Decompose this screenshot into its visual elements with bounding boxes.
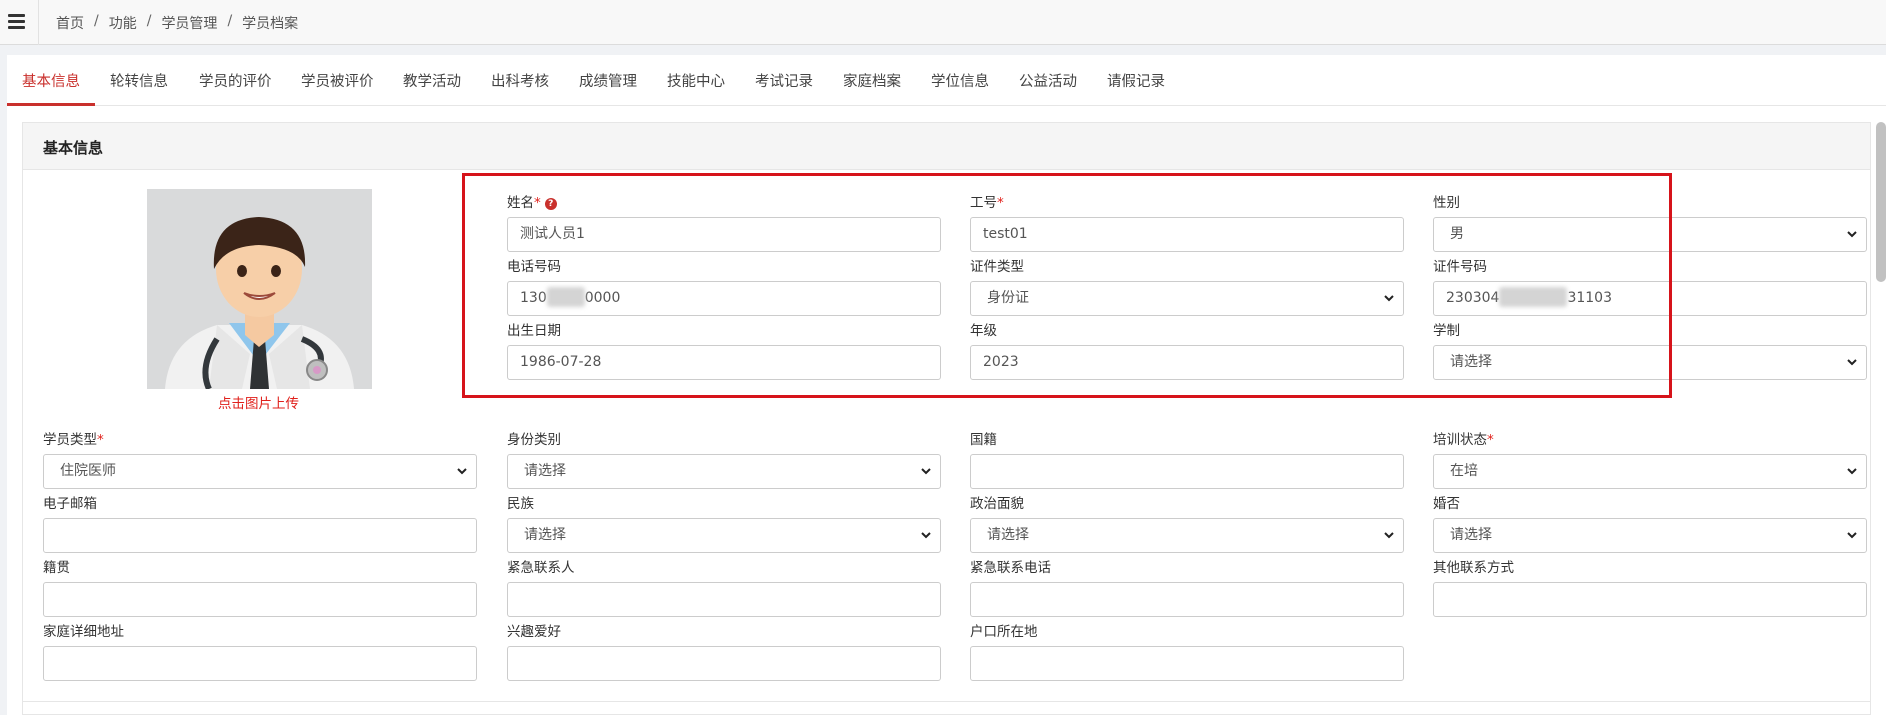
tab-student-evaluated[interactable]: 学员被评价 [301,70,374,91]
chevron-down-icon [1847,359,1857,366]
tab-rotation-info[interactable]: 轮转信息 [110,70,168,91]
other-contact-label: 其他联系方式 [1433,560,1514,576]
topbar-divider [38,0,39,45]
tab-leave-records[interactable]: 请假记录 [1107,70,1165,91]
emergency-phone-label: 紧急联系电话 [970,560,1051,576]
nationality-input[interactable] [970,454,1404,489]
top-bar: 首页 / 功能 / 学员管理 / 学员档案 [0,0,1886,45]
tab-bar: 基本信息 轮转信息 学员的评价 学员被评价 教学活动 出科考核 成绩管理 技能中… [7,55,1886,106]
chevron-down-icon [1847,231,1857,238]
identity-type-label: 身份类别 [507,432,561,448]
training-status-label: 培训状态* [1433,432,1494,448]
hamburger-menu-icon[interactable] [8,14,25,29]
tab-exit-assessment[interactable]: 出科考核 [491,70,549,91]
avatar-upload-image[interactable] [147,189,372,389]
chevron-down-icon [1847,468,1857,475]
breadcrumb-function[interactable]: 功能 [109,13,137,33]
political-select[interactable]: 请选择 [970,518,1404,553]
ethnicity-label: 民族 [507,496,534,512]
marital-select[interactable]: 请选择 [1433,518,1867,553]
student-type-label: 学员类型* [43,432,104,448]
emergency-contact-label: 紧急联系人 [507,560,575,576]
marital-label: 婚否 [1433,496,1460,512]
chevron-down-icon [457,468,467,475]
doctor-avatar-icon [147,189,372,389]
chevron-down-icon [921,468,931,475]
panel-bottom-border [22,701,1871,702]
tab-family-archive[interactable]: 家庭档案 [843,70,901,91]
tab-skill-center[interactable]: 技能中心 [667,70,725,91]
native-place-label: 籍贯 [43,560,70,576]
identity-type-select[interactable]: 请选择 [507,454,941,489]
email-input[interactable] [43,518,477,553]
tab-student-evaluation[interactable]: 学员的评价 [199,70,272,91]
hukou-label: 户口所在地 [970,624,1038,640]
training-status-select[interactable]: 在培 [1433,454,1867,489]
chevron-down-icon [921,532,931,539]
tab-grade-management[interactable]: 成绩管理 [579,70,637,91]
scrollbar-thumb[interactable] [1876,122,1886,282]
breadcrumb-home[interactable]: 首页 [56,13,84,33]
breadcrumb-student-management[interactable]: 学员管理 [161,13,217,33]
ethnicity-select[interactable]: 请选择 [507,518,941,553]
other-contact-input[interactable] [1433,582,1867,617]
home-address-input[interactable] [43,646,477,681]
native-place-input[interactable] [43,582,477,617]
email-label: 电子邮箱 [43,496,97,512]
tab-degree-info[interactable]: 学位信息 [931,70,989,91]
breadcrumb-student-archive: 学员档案 [242,16,299,32]
tab-basic-info[interactable]: 基本信息 [22,70,80,91]
active-tab-indicator [7,103,95,106]
emergency-contact-input[interactable] [507,582,941,617]
panel-title: 基本信息 [43,139,104,157]
hukou-input[interactable] [970,646,1404,681]
tab-teaching-activity[interactable]: 教学活动 [403,70,461,91]
highlight-annotation-box [462,173,1672,398]
chevron-down-icon [1384,532,1394,539]
panel-header: 基本信息 [23,123,1870,170]
chevron-down-icon [1847,532,1857,539]
breadcrumb: 首页 / 功能 / 学员管理 / 学员档案 [56,13,299,33]
political-label: 政治面貌 [970,496,1024,512]
home-address-label: 家庭详细地址 [43,624,124,640]
nationality-label: 国籍 [970,432,997,448]
student-type-select[interactable]: 住院医师 [43,454,477,489]
hobbies-input[interactable] [507,646,941,681]
hobbies-label: 兴趣爱好 [507,624,561,640]
tab-public-welfare[interactable]: 公益活动 [1019,70,1077,91]
tab-exam-records[interactable]: 考试记录 [755,70,813,91]
upload-photo-link[interactable]: 点击图片上传 [218,392,299,412]
emergency-phone-input[interactable] [970,582,1404,617]
